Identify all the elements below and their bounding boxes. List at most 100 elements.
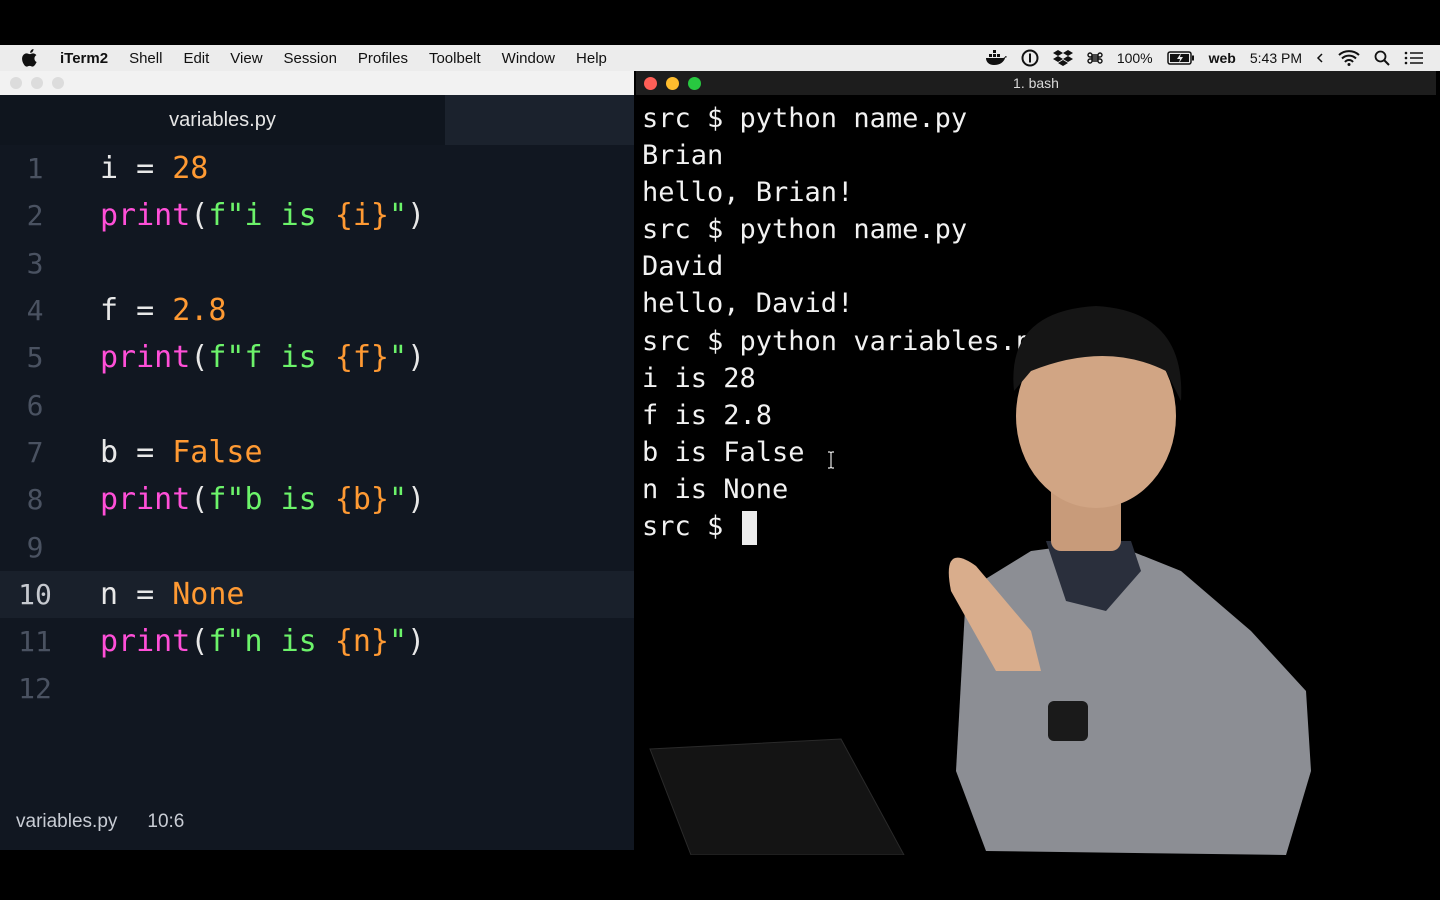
code-token: print xyxy=(100,482,191,518)
terminal-line: b is False xyxy=(642,436,805,468)
terminal-line: src $ python name.py xyxy=(642,103,968,134)
line-number: 10 xyxy=(18,577,52,611)
chevron-left-icon[interactable] xyxy=(1316,53,1324,63)
menu-profiles[interactable]: Profiles xyxy=(358,50,408,67)
command-icon[interactable] xyxy=(1087,50,1103,66)
minimize-button[interactable] xyxy=(666,76,679,90)
menu-session[interactable]: Session xyxy=(284,50,337,67)
code-token: None xyxy=(172,576,245,612)
line-number: 7 xyxy=(26,435,44,469)
code-token: " xyxy=(389,624,408,660)
status-bar: variables.py 10:6 xyxy=(0,794,634,850)
terminal-line: David xyxy=(642,251,724,283)
line-number: 2 xyxy=(26,199,44,233)
code-line[interactable]: 11 print(f"n is {n}") xyxy=(0,618,634,665)
code-line[interactable]: 7 b = False xyxy=(0,429,634,476)
terminal-prompt: src $ xyxy=(642,511,740,543)
line-source: print(f"f is {f}") xyxy=(100,340,425,375)
menu-app-name[interactable]: iTerm2 xyxy=(60,50,108,67)
apple-icon[interactable] xyxy=(22,49,46,67)
code-line[interactable]: 12 xyxy=(0,665,634,712)
line-source: i = 28 xyxy=(100,151,208,186)
close-button[interactable] xyxy=(644,76,657,90)
code-line[interactable]: 9 xyxy=(0,523,634,570)
editor-window: variables.py 1i = 28 2 print(f"i is {i}") 3… xyxy=(0,71,634,850)
menu-bar: iTerm2 Shell Edit View Session Profiles … xyxy=(0,45,1440,71)
editor-tab-bar: variables.py xyxy=(0,95,634,145)
user-name[interactable]: web xyxy=(1209,50,1236,66)
onepassword-icon[interactable] xyxy=(1021,49,1039,67)
code-token: {i} xyxy=(334,198,389,234)
terminal-title: 1. bash xyxy=(1013,75,1059,91)
battery-icon[interactable] xyxy=(1166,51,1195,65)
terminal-line: i is 28 xyxy=(642,362,756,394)
status-cursor-position[interactable]: 10:6 xyxy=(147,811,184,833)
code-line[interactable]: 10 n = None xyxy=(0,570,634,618)
menu-toolbelt[interactable]: Toolbelt xyxy=(429,50,481,67)
tab-bar-empty xyxy=(445,95,634,145)
minimize-button[interactable] xyxy=(31,77,43,89)
line-number: 1 xyxy=(26,152,44,186)
code-token: {n} xyxy=(334,624,389,660)
menu-edit[interactable]: Edit xyxy=(183,50,209,67)
code-token: f"f is xyxy=(208,340,335,376)
code-token: i = xyxy=(100,151,173,187)
terminal-titlebar[interactable]: 1. bash xyxy=(636,71,1436,95)
code-line[interactable]: 6 xyxy=(0,381,634,428)
code-token: {b} xyxy=(334,482,389,518)
line-number: 9 xyxy=(26,530,44,564)
code-line[interactable]: 1 i = 28 xyxy=(0,145,634,192)
line-number: 11 xyxy=(18,625,52,659)
zoom-button[interactable] xyxy=(52,77,64,89)
laptop-shape xyxy=(649,738,905,855)
terminal-line: n is None xyxy=(642,473,789,505)
wifi-icon[interactable] xyxy=(1338,50,1360,66)
terminal-line: src $ python variables.py xyxy=(642,325,1049,357)
menu-extras: 100% web 5:43 PM xyxy=(985,45,1424,71)
code-token: b = xyxy=(100,434,173,470)
menu-shell[interactable]: Shell xyxy=(129,50,162,67)
code-token: f"i is xyxy=(208,198,335,234)
menu-window[interactable]: Window xyxy=(502,50,555,67)
code-line[interactable]: 4 f = 2.8 xyxy=(0,287,634,334)
code-token: False xyxy=(172,434,263,470)
menu-view[interactable]: View xyxy=(230,50,262,67)
tab-variables-py[interactable]: variables.py xyxy=(0,95,445,145)
line-number: 3 xyxy=(26,246,44,280)
line-source: b = False xyxy=(100,435,263,470)
terminal-line: Brian xyxy=(642,140,724,172)
line-source: n = None xyxy=(100,577,245,612)
code-token: ( xyxy=(190,198,209,234)
docker-icon[interactable] xyxy=(985,50,1007,66)
code-token: print xyxy=(100,198,191,234)
line-number: 4 xyxy=(26,294,44,328)
code-line[interactable]: 5 print(f"f is {f}") xyxy=(0,334,634,381)
search-icon[interactable] xyxy=(1374,50,1390,66)
terminal-prompt-line[interactable]: src $ xyxy=(642,508,1048,545)
terminal-output[interactable]: src $ python name.py Brian hello, Brian! sr… xyxy=(642,100,1048,545)
notification-center-icon[interactable] xyxy=(1404,51,1424,65)
terminal-line: hello, Brian! xyxy=(642,177,854,209)
code-token: 2.8 xyxy=(172,293,227,329)
code-line[interactable]: 2 print(f"i is {i}") xyxy=(0,192,634,239)
code-token: f"n is xyxy=(208,624,335,660)
line-source: print(f"b is {b}") xyxy=(100,482,425,517)
dropbox-icon[interactable] xyxy=(1052,49,1073,67)
code-line[interactable]: 3 xyxy=(0,240,634,287)
code-token: ( xyxy=(190,340,209,376)
line-number: 6 xyxy=(26,388,44,422)
editor-titlebar[interactable] xyxy=(0,71,634,95)
code-area[interactable]: 1i = 28 2 print(f"i is {i}") 3 4 f = 2.8 5 prin… xyxy=(0,145,634,713)
code-token: ) xyxy=(407,340,426,376)
close-button[interactable] xyxy=(10,77,22,89)
menu-help[interactable]: Help xyxy=(576,50,607,67)
code-token: f = xyxy=(100,293,173,329)
terminal-line: f is 2.8 xyxy=(642,399,773,431)
status-file-name: variables.py xyxy=(16,811,118,832)
code-token: {f} xyxy=(334,340,389,376)
code-token: n = xyxy=(100,576,173,612)
clock[interactable]: 5:43 PM xyxy=(1250,50,1302,66)
line-number: 5 xyxy=(26,341,44,375)
zoom-button[interactable] xyxy=(688,76,701,90)
code-line[interactable]: 8 print(f"b is {b}") xyxy=(0,476,634,523)
